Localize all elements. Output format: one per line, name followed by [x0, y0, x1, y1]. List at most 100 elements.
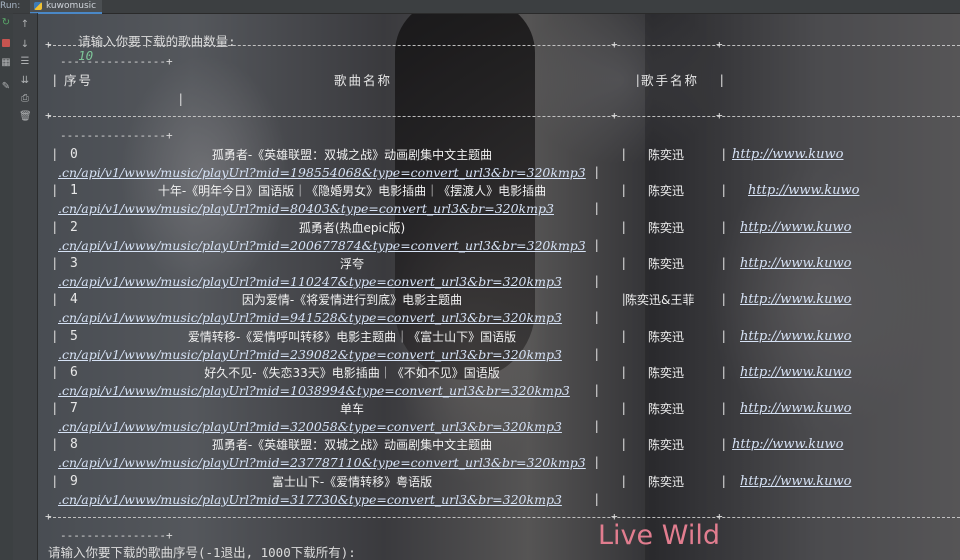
- pin-icon[interactable]: ✎: [0, 81, 12, 93]
- table-border: |: [593, 237, 601, 252]
- table-border: |: [720, 182, 728, 197]
- table-border: |: [593, 164, 601, 179]
- row-url-link[interactable]: http://www.kuwo: [748, 184, 859, 198]
- row-index: 7: [70, 401, 78, 416]
- stop-icon[interactable]: [2, 39, 10, 47]
- row-url-link-continued[interactable]: .cn/api/v1/www/music/playUrl?mid=1038994…: [58, 384, 570, 398]
- row-url-link[interactable]: http://www.kuwo: [732, 148, 843, 162]
- row-index: 5: [70, 329, 78, 344]
- row-url-link-continued[interactable]: .cn/api/v1/www/music/playUrl?mid=941528&…: [58, 311, 562, 325]
- python-icon: [34, 2, 42, 10]
- row-song-title: 孤勇者-《英雄联盟：双城之战》动画剧集中文主题曲: [211, 148, 493, 162]
- table-border: |: [718, 72, 726, 87]
- row-url-link-continued[interactable]: .cn/api/v1/www/music/playUrl?mid=110247&…: [58, 275, 562, 289]
- table-border: |: [51, 436, 59, 451]
- table-border: |: [720, 328, 728, 343]
- row-song-title: 爱情转移-《爱情呼叫转移》电影主题曲｜《富士山下》国语版: [187, 330, 517, 344]
- table-border: |: [620, 255, 628, 270]
- scroll-to-end-icon[interactable]: ⇊: [19, 75, 31, 87]
- row-singer: 陈奕迅: [648, 257, 685, 271]
- row-url-link[interactable]: http://www.kuwo: [740, 366, 851, 380]
- trash-icon[interactable]: 🗑: [19, 111, 32, 123]
- row-song-title: 好久不见-《失恋33天》电影插曲｜《不如不见》国语版: [204, 366, 500, 380]
- console-toolbar: ↑ ↓ ☰ ⇊ ⎙ 🗑: [13, 13, 38, 560]
- row-index: 0: [70, 147, 78, 162]
- table-border: |: [593, 273, 601, 288]
- row-song-title: 孤勇者-《英雄联盟：双城之战》动画剧集中文主题曲: [211, 438, 493, 452]
- row-singer: 陈奕迅: [648, 366, 685, 380]
- table-border: |: [620, 473, 628, 488]
- short-rule: ----------------+: [60, 55, 173, 68]
- table-border: |: [720, 291, 728, 306]
- row-singer: 陈奕迅: [648, 148, 685, 162]
- header-song: 歌曲名称: [334, 73, 393, 88]
- table-border: |: [720, 473, 728, 488]
- table-border: |: [593, 382, 601, 397]
- tab-kuwomusic[interactable]: kuwomusic: [30, 0, 103, 14]
- row-index: 1: [70, 183, 78, 198]
- prompt-select-line: 请输入你要下载的歌曲序号(-1退出, 1000下载所有):: [48, 545, 356, 560]
- run-tab-bar: Run: kuwomusic: [0, 0, 960, 14]
- row-song-title: 孤勇者(热血epic版): [298, 221, 406, 235]
- row-url-link-continued[interactable]: .cn/api/v1/www/music/playUrl?mid=80403&t…: [58, 202, 554, 216]
- table-border: |: [620, 219, 628, 234]
- print-icon[interactable]: ⎙: [19, 93, 31, 105]
- table-border: |: [51, 400, 59, 415]
- header-index: 序号: [64, 73, 94, 88]
- table-border: |: [620, 364, 628, 379]
- row-url-link[interactable]: http://www.kuwo: [740, 475, 851, 489]
- table-border: |: [593, 309, 601, 324]
- row-index: 9: [70, 474, 78, 489]
- tab-title: kuwomusic: [46, 1, 97, 11]
- row-singer: 陈奕迅: [648, 438, 685, 452]
- table-rule: [48, 517, 960, 518]
- row-url-link-continued[interactable]: .cn/api/v1/www/music/playUrl?mid=320058&…: [58, 420, 562, 434]
- short-rule: ----------------+: [60, 529, 173, 542]
- prompt-count-text: 请输入你要下载的歌曲数量:: [78, 34, 236, 49]
- scroll-down-icon[interactable]: ↓: [19, 39, 31, 51]
- table-border: |: [593, 491, 601, 506]
- table-border: |: [620, 182, 628, 197]
- table-border: |: [51, 291, 59, 306]
- header-singer: 歌手名称: [641, 73, 700, 88]
- row-url-link-continued[interactable]: .cn/api/v1/www/music/playUrl?mid=2377871…: [58, 456, 586, 470]
- row-url-link[interactable]: http://www.kuwo: [740, 330, 851, 344]
- rule-plus: +: [716, 38, 723, 51]
- row-url-link[interactable]: http://www.kuwo: [740, 221, 851, 235]
- soft-wrap-icon[interactable]: ☰: [19, 56, 31, 68]
- row-url-link[interactable]: http://www.kuwo: [740, 402, 851, 416]
- layout-icon[interactable]: ▦: [0, 57, 12, 69]
- table-border: |: [620, 400, 628, 415]
- row-url-link[interactable]: http://www.kuwo: [732, 438, 843, 452]
- row-singer: 陈奕迅: [648, 402, 685, 416]
- row-url-link-continued[interactable]: .cn/api/v1/www/music/playUrl?mid=317730&…: [58, 493, 562, 507]
- row-singer: 陈奕迅&王菲: [625, 293, 695, 307]
- table-border: |: [51, 328, 59, 343]
- table-border: |: [593, 200, 601, 215]
- table-border: |: [51, 146, 59, 161]
- row-index: 8: [70, 437, 78, 452]
- rerun-icon[interactable]: ↻: [0, 17, 12, 29]
- run-label: Run:: [0, 1, 21, 11]
- table-border: |: [720, 255, 728, 270]
- row-url-link-continued[interactable]: .cn/api/v1/www/music/playUrl?mid=239082&…: [58, 348, 562, 362]
- row-singer: 陈奕迅: [648, 221, 685, 235]
- rule-plus: +: [45, 109, 52, 122]
- row-url-link-continued[interactable]: .cn/api/v1/www/music/playUrl?mid=2006778…: [58, 239, 586, 253]
- row-url-link[interactable]: http://www.kuwo: [740, 257, 851, 271]
- row-index: 3: [70, 256, 78, 271]
- table-border: |: [177, 91, 185, 106]
- scroll-up-icon[interactable]: ↑: [19, 19, 31, 31]
- table-border: |: [593, 346, 601, 361]
- row-url-link-continued[interactable]: .cn/api/v1/www/music/playUrl?mid=1985540…: [58, 166, 586, 180]
- wallpaper-caption: Live Wild: [598, 520, 720, 551]
- table-border: |: [51, 473, 59, 488]
- row-index: 2: [70, 220, 78, 235]
- row-song-title: 富士山下-《爱情转移》粤语版: [271, 475, 433, 489]
- table-border: |: [51, 182, 59, 197]
- table-border: |: [593, 418, 601, 433]
- console-output[interactable]: 请输入你要下载的歌曲数量: 1 0 + + + ----------------+ | 序号…: [45, 14, 960, 560]
- row-singer: 陈奕迅: [648, 184, 685, 198]
- row-url-link[interactable]: http://www.kuwo: [740, 293, 851, 307]
- row-song-title: 因为爱情-《将爱情进行到底》电影主题曲: [241, 293, 463, 307]
